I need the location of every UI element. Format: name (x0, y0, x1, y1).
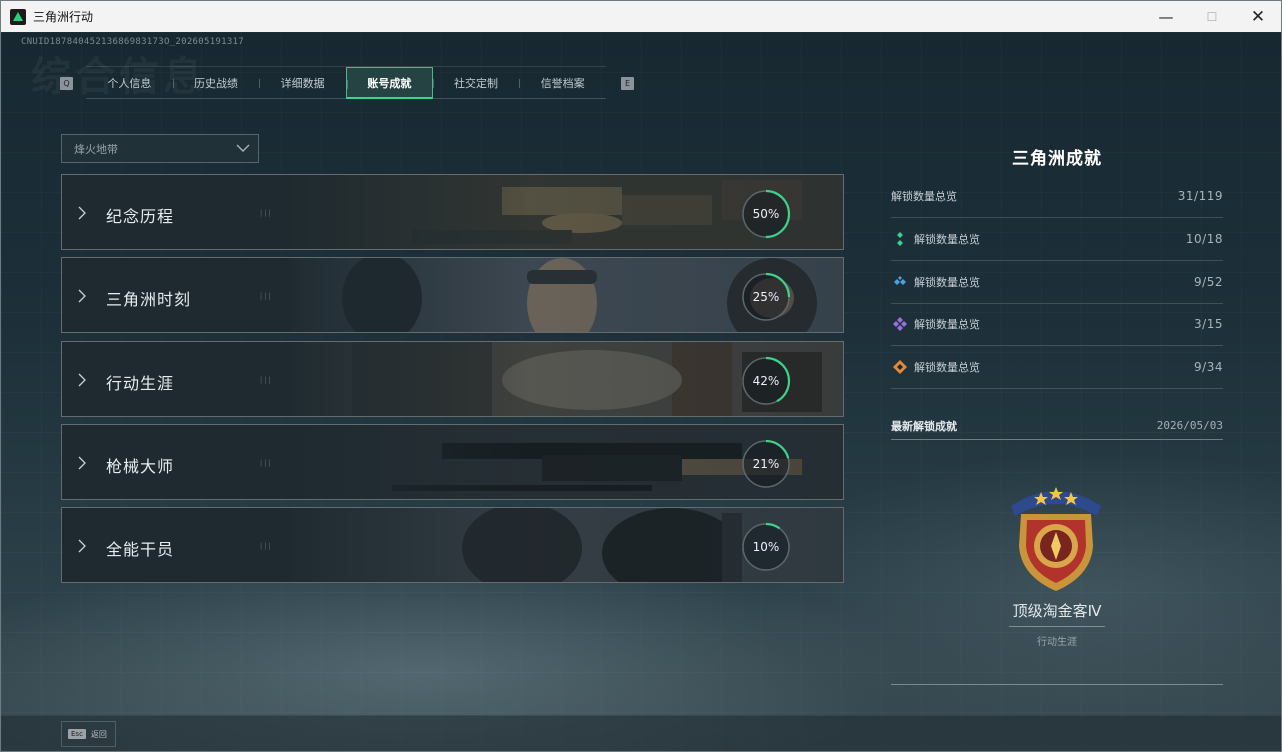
progress-percent: 42% (752, 374, 780, 388)
player-uid: CNUID18784045213686983173O_202605191317 (21, 37, 245, 47)
blue-diamond-icon (894, 276, 906, 285)
summary-label: 解锁数量总览 (914, 276, 980, 289)
esc-key-hint: Esc (68, 729, 86, 739)
divider (891, 684, 1223, 685)
mode-dropdown[interactable]: 烽火地带 (61, 134, 259, 163)
achievement-card-delta-moments[interactable]: 三角洲时刻 ||| 25% (61, 257, 844, 333)
chevron-right-icon (78, 206, 86, 220)
badge-name: 顶级淘金客Ⅳ (1012, 602, 1102, 620)
title-bar: 三角洲行动 — ☐ ✕ (1, 1, 1281, 32)
card-label: 三角洲时刻 (106, 290, 192, 309)
chevron-right-icon (78, 373, 86, 387)
achievement-badge-icon[interactable] (1001, 476, 1111, 594)
summary-value: 10/18 (1185, 232, 1223, 246)
unlock-summary-total: 解锁数量总览 31/119 (891, 175, 1223, 218)
progress-percent: 50% (752, 207, 780, 221)
latest-unlock-label: 最新解锁成就 (891, 419, 957, 433)
latest-unlock-header: 最新解锁成就 2026/05/03 (891, 412, 1223, 440)
summary-value: 9/34 (1194, 360, 1223, 374)
window-title: 三角洲行动 (33, 10, 94, 24)
summary-value: 3/15 (1194, 317, 1223, 331)
summary-label: 解锁数量总览 (891, 190, 957, 203)
unlock-summary-purple: 解锁数量总览 3/15 (891, 303, 1223, 346)
unlock-summary-orange: 解锁数量总览 9/34 (891, 346, 1223, 389)
prev-tab-key-hint[interactable]: Q (60, 77, 73, 90)
footer-bar: Esc 返回 (1, 715, 1281, 751)
unlock-summary-blue: 解锁数量总览 9/52 (891, 261, 1223, 304)
achievement-card-weapon-master[interactable]: 枪械大师 ||| 21% (61, 424, 844, 500)
card-divider-mark: ||| (259, 292, 272, 300)
progress-percent: 10% (752, 540, 780, 554)
tab-match-history[interactable]: 历史战绩 (172, 67, 260, 99)
orange-diamond-icon (893, 360, 907, 374)
card-label: 行动生涯 (106, 374, 175, 393)
next-tab-key-hint[interactable]: E (621, 77, 634, 90)
progress-percent: 25% (752, 290, 780, 304)
card-divider-mark: ||| (259, 209, 272, 217)
progress-percent: 21% (752, 457, 780, 471)
unlock-summary-green: 解锁数量总览 10/18 (891, 218, 1223, 261)
card-label: 枪械大师 (106, 457, 175, 476)
tab-social-custom[interactable]: 社交定制 (432, 67, 520, 99)
tab-detailed-data[interactable]: 详细数据 (259, 67, 346, 99)
tab-bar: 个人信息 历史战绩 详细数据 账号成就 社交定制 信誉档案 (86, 66, 606, 99)
back-button[interactable]: Esc 返回 (61, 721, 116, 747)
card-divider-mark: ||| (259, 376, 272, 384)
panel-title: 三角洲成就 (1012, 149, 1102, 169)
achievement-card-operation-career[interactable]: 行动生涯 ||| 42% (61, 341, 844, 417)
minimize-button[interactable]: — (1143, 1, 1189, 32)
summary-label: 解锁数量总览 (914, 233, 980, 246)
chevron-down-icon (236, 144, 250, 152)
green-diamond-icon (897, 232, 903, 246)
app-window: 三角洲行动 — ☐ ✕ 综合信息 CNUID187840452136869831… (0, 0, 1282, 752)
maximize-button[interactable]: ☐ (1189, 1, 1235, 32)
card-divider-mark: ||| (259, 459, 272, 467)
badge-category: 行动生涯 (1037, 637, 1077, 648)
close-button[interactable]: ✕ (1235, 1, 1281, 32)
divider (1009, 626, 1105, 627)
tab-achievements[interactable]: 账号成就 (346, 67, 433, 99)
game-viewport: 综合信息 CNUID18784045213686983173O_20260519… (1, 32, 1281, 751)
latest-unlock-date: 2026/05/03 (1156, 419, 1223, 432)
summary-label: 解锁数量总览 (914, 318, 980, 331)
mode-dropdown-value: 烽火地带 (74, 142, 118, 156)
card-label: 全能干员 (106, 540, 175, 559)
achievement-card-memorial[interactable]: 纪念历程 ||| 50% (61, 174, 844, 250)
purple-diamond-icon (893, 317, 907, 331)
app-logo-icon (10, 8, 26, 25)
summary-label: 解锁数量总览 (914, 361, 980, 374)
card-divider-mark: ||| (259, 542, 272, 550)
tab-credit-record[interactable]: 信誉档案 (519, 67, 606, 99)
chevron-right-icon (78, 539, 86, 553)
back-label: 返回 (90, 729, 107, 739)
summary-value: 31/119 (1177, 189, 1223, 203)
summary-value: 9/52 (1194, 275, 1223, 289)
achievement-card-all-round-operator[interactable]: 全能干员 ||| 10% (61, 507, 844, 583)
card-label: 纪念历程 (106, 207, 175, 226)
chevron-right-icon (78, 456, 86, 470)
chevron-right-icon (78, 289, 86, 303)
tab-personal-info[interactable]: 个人信息 (86, 67, 173, 99)
